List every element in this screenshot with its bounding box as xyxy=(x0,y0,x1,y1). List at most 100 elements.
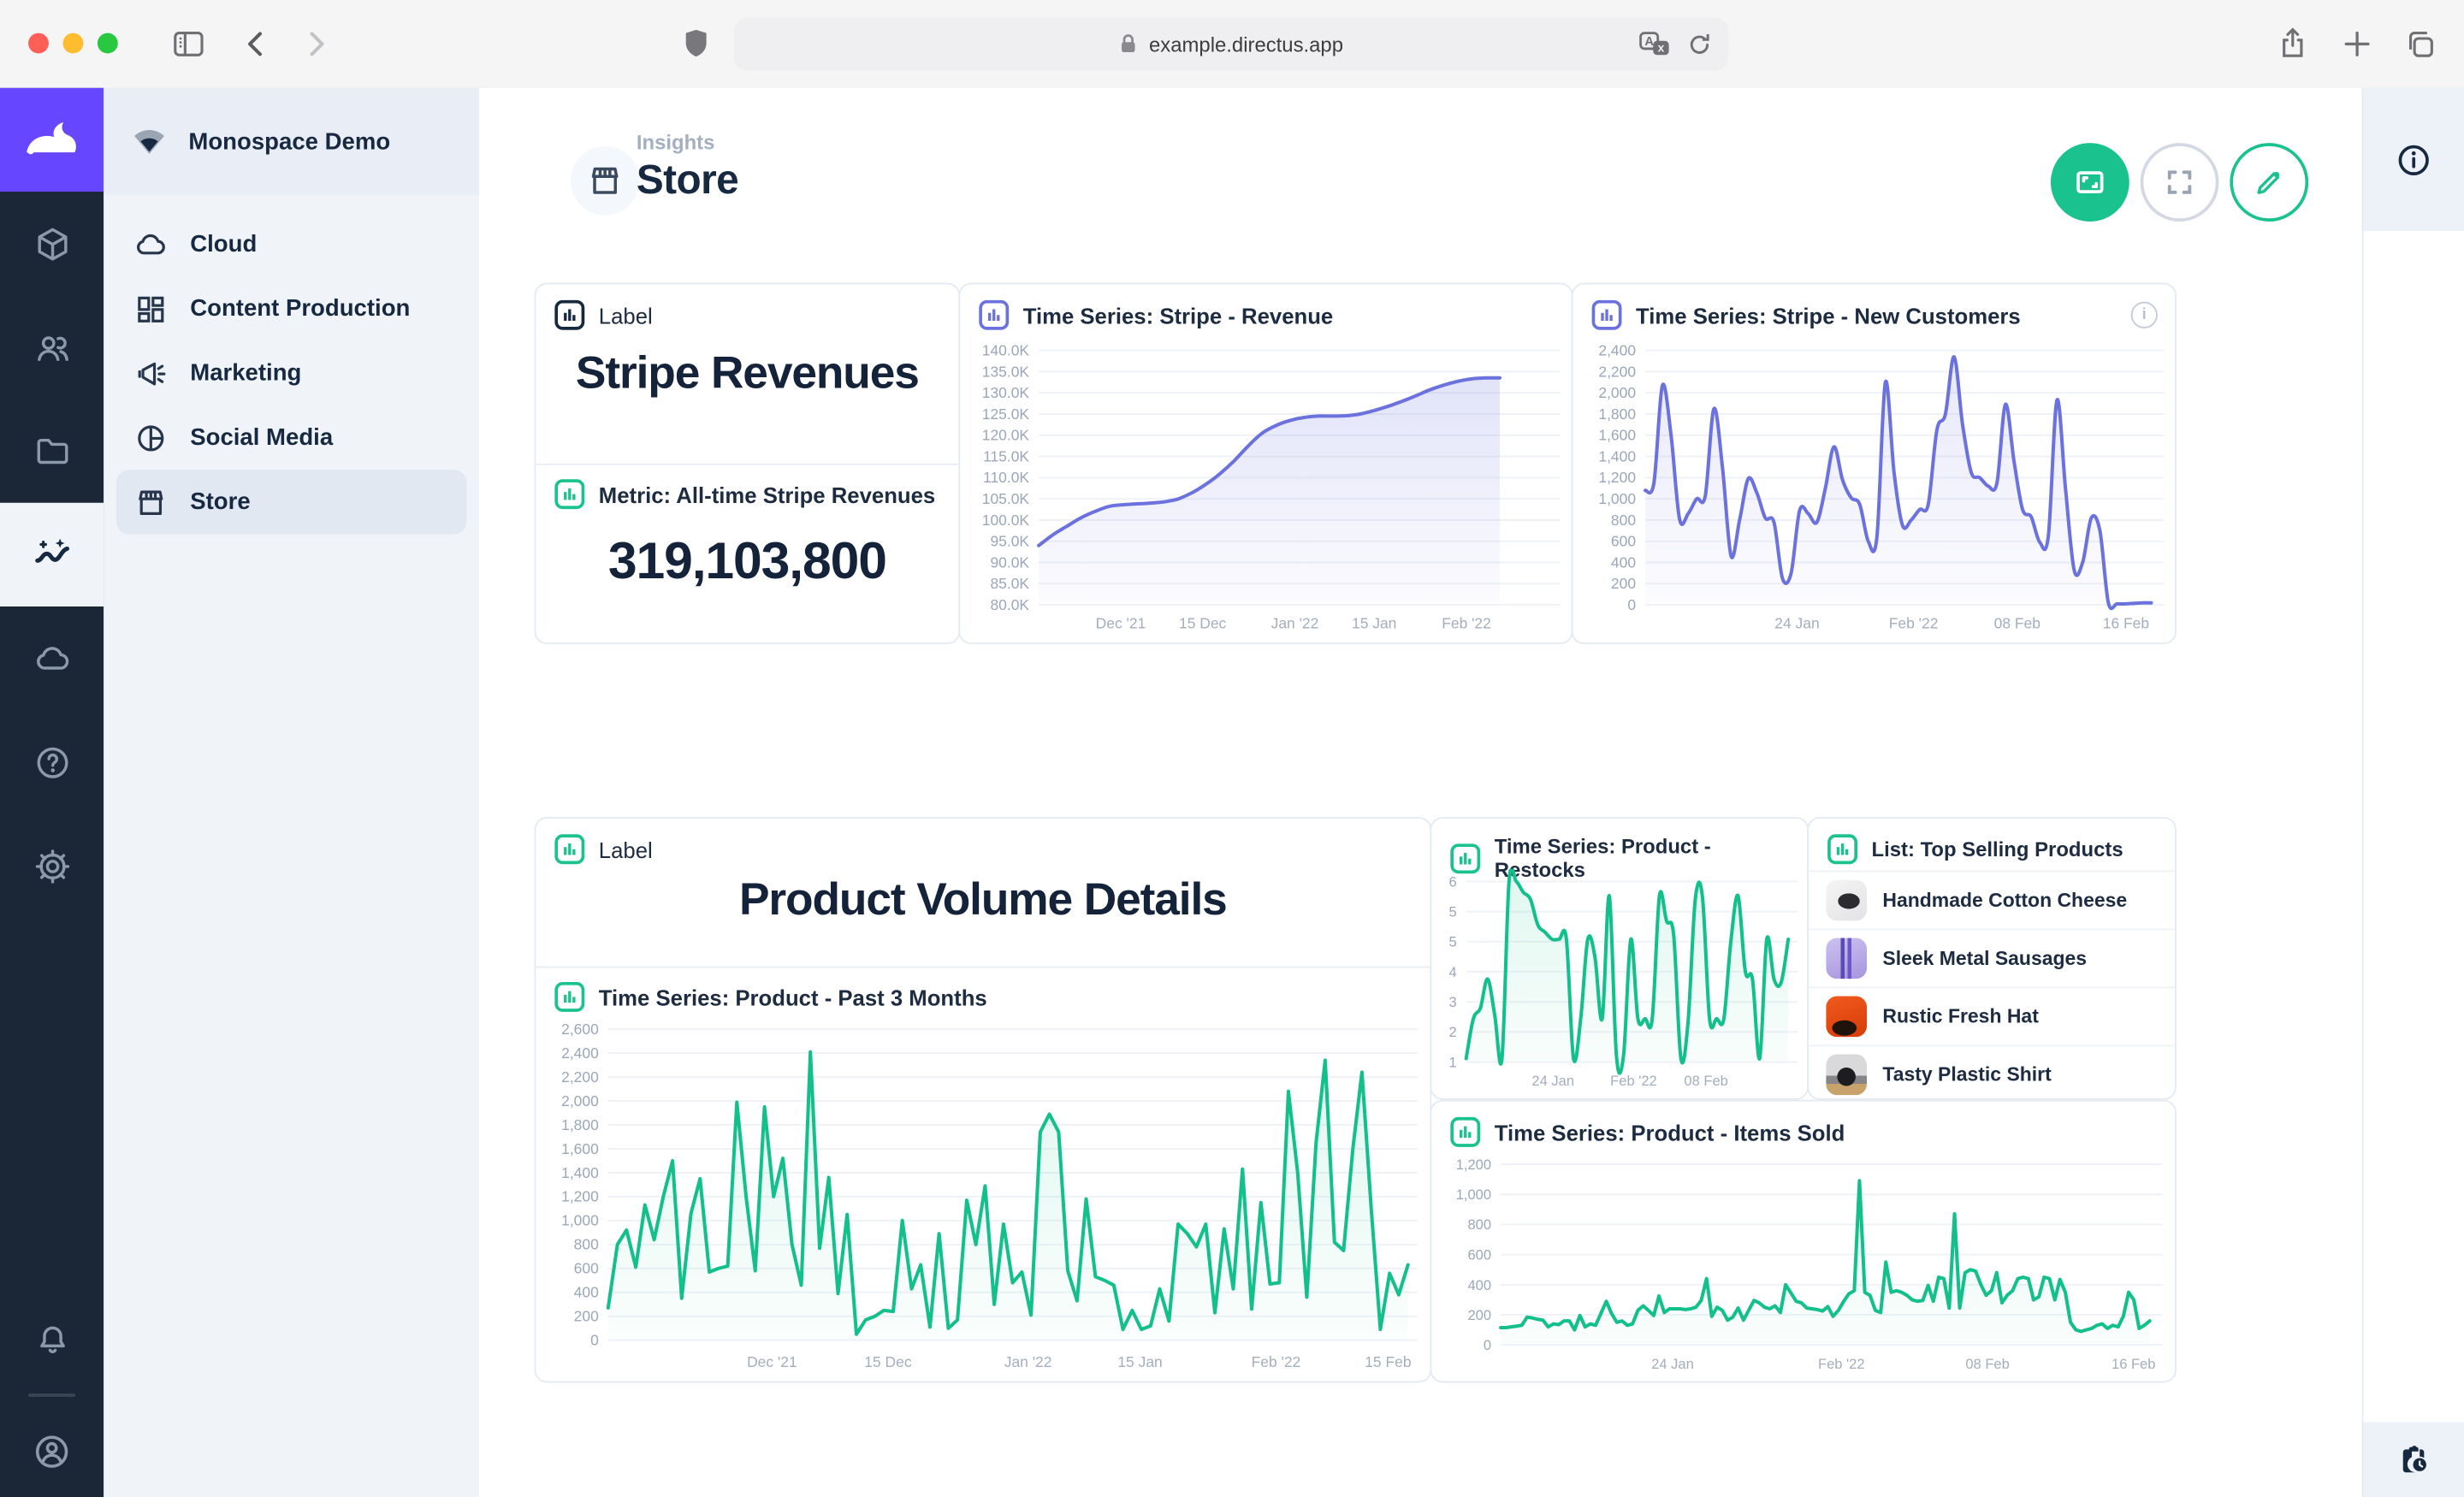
time-series-panel-icon xyxy=(1592,300,1622,330)
module-settings[interactable] xyxy=(0,814,104,917)
traffic-minimize-button[interactable] xyxy=(62,33,83,54)
svg-text:15 Dec: 15 Dec xyxy=(864,1353,912,1370)
svg-text:x: x xyxy=(1658,42,1665,55)
product-thumbnail xyxy=(1826,1054,1867,1095)
list-panel-icon xyxy=(1827,834,1857,864)
panel-product-restocks[interactable]: Time Series: Product - Restocks 65543212… xyxy=(1430,817,1809,1100)
traffic-zoom-button[interactable] xyxy=(98,33,118,54)
svg-text:0: 0 xyxy=(1484,1337,1491,1353)
time-series-panel-icon xyxy=(1450,1117,1480,1147)
svg-text:2,200: 2,200 xyxy=(561,1068,599,1086)
panel-stripe-revenue[interactable]: Time Series: Stripe - Revenue 140.0K 135.… xyxy=(958,283,1573,644)
sidebar-item-marketing[interactable]: Marketing xyxy=(116,341,467,405)
panel-info-icon[interactable]: i xyxy=(2131,302,2158,328)
edit-dashboard-button[interactable] xyxy=(2230,143,2308,222)
privacy-shield-icon[interactable] xyxy=(682,27,710,61)
svg-text:1,200: 1,200 xyxy=(1598,469,1636,486)
svg-text:115.0K: 115.0K xyxy=(983,447,1029,464)
svg-text:1,200: 1,200 xyxy=(1456,1157,1491,1173)
product-name: Rustic Fresh Hat xyxy=(1882,1006,2038,1028)
browser-toolbar: example.directus.app A x xyxy=(0,0,2464,90)
fullscreen-button[interactable] xyxy=(2141,143,2219,222)
svg-text:3: 3 xyxy=(1448,994,1456,1010)
svg-text:Dec '21: Dec '21 xyxy=(747,1353,797,1370)
product-thumbnail xyxy=(1826,996,1867,1037)
svg-text:Feb '22: Feb '22 xyxy=(1889,615,1939,632)
svg-text:400: 400 xyxy=(1611,553,1636,571)
panel-label-stripe-revenues[interactable]: Label Stripe Revenues Metric: All-time S… xyxy=(534,283,960,644)
activity-log-button[interactable] xyxy=(2363,1422,2464,1497)
svg-text:95.0K: 95.0K xyxy=(990,533,1029,550)
svg-text:5: 5 xyxy=(1448,934,1456,950)
sidebar-item-store[interactable]: Store xyxy=(116,470,467,534)
svg-text:16 Feb: 16 Feb xyxy=(2112,1356,2155,1372)
label-panel-icon xyxy=(554,834,584,864)
sidebar-item-label: Store xyxy=(190,488,250,515)
dashboard-avatar xyxy=(571,146,640,216)
svg-text:90.0K: 90.0K xyxy=(990,553,1029,571)
new-tab-icon[interactable] xyxy=(2340,25,2374,62)
svg-text:15 Feb: 15 Feb xyxy=(1365,1353,1411,1370)
module-help[interactable] xyxy=(0,710,104,814)
zoom-to-fit-button[interactable] xyxy=(2051,143,2129,222)
reload-icon[interactable] xyxy=(1686,31,1713,57)
cloud-icon xyxy=(133,227,168,261)
sidebar-item-cloud[interactable]: Cloud xyxy=(116,212,467,276)
panel-product-volume[interactable]: Label Product Volume Details Time Series… xyxy=(534,817,1431,1382)
metric-value: 319,103,800 xyxy=(548,531,946,591)
panel-header: Time Series: Product - Items Sold xyxy=(1431,1102,2175,1154)
module-users[interactable] xyxy=(0,295,104,399)
tab-overview-icon[interactable] xyxy=(2402,25,2439,62)
breadcrumb[interactable]: Insights xyxy=(637,130,715,154)
list-item[interactable]: Sleek Metal Sausages xyxy=(1809,929,2175,987)
sidebar-info-section[interactable] xyxy=(2363,88,2464,231)
sidebar-item-social-media[interactable]: Social Media xyxy=(116,405,467,470)
svg-text:125.0K: 125.0K xyxy=(982,405,1030,423)
address-bar[interactable]: example.directus.app A x xyxy=(734,17,1729,70)
sidebar-toggle-icon[interactable] xyxy=(169,25,207,62)
list-item[interactable]: Handmade Cotton Cheese xyxy=(1809,871,2175,929)
sidebar-item-content-production[interactable]: Content Production xyxy=(116,276,467,340)
svg-text:135.0K: 135.0K xyxy=(982,363,1030,380)
sidebar-item-label: Marketing xyxy=(190,360,301,387)
share-icon[interactable] xyxy=(2276,25,2310,62)
product-name: Handmade Cotton Cheese xyxy=(1882,890,2127,912)
svg-text:130.0K: 130.0K xyxy=(982,384,1030,401)
time-series-panel-icon xyxy=(979,300,1009,330)
forward-button[interactable] xyxy=(299,25,333,62)
svg-text:15 Jan: 15 Jan xyxy=(1117,1353,1162,1370)
storefront-icon xyxy=(133,485,168,519)
project-switcher[interactable]: Monospace Demo xyxy=(104,88,479,195)
storefront-icon xyxy=(586,162,624,199)
product-restocks-chart: 655432124 JanFeb '2208 Feb xyxy=(1438,869,1801,1094)
module-files[interactable] xyxy=(0,399,104,503)
account-avatar-icon[interactable] xyxy=(0,1406,104,1497)
list-item[interactable]: Rustic Fresh Hat xyxy=(1809,986,2175,1044)
svg-text:800: 800 xyxy=(1611,512,1636,529)
dashboard-grid-icon xyxy=(133,292,168,326)
traffic-close-button[interactable] xyxy=(28,33,49,54)
svg-text:140.0K: 140.0K xyxy=(982,341,1030,358)
module-content[interactable] xyxy=(0,192,104,295)
panel-top-selling-products[interactable]: List: Top Selling Products Handmade Cott… xyxy=(1807,817,2177,1100)
module-bar-divider xyxy=(28,1393,75,1397)
panel-product-items-sold[interactable]: Time Series: Product - Items Sold 1,200 1… xyxy=(1430,1100,2176,1383)
translate-icon[interactable]: A x xyxy=(1639,32,1671,56)
svg-text:Feb '22: Feb '22 xyxy=(1610,1073,1657,1089)
svg-text:400: 400 xyxy=(1467,1277,1491,1293)
module-insights[interactable] xyxy=(0,503,104,606)
notifications-bell-icon[interactable] xyxy=(0,1296,104,1384)
panel-header: Time Series: Stripe - Revenue xyxy=(960,284,1571,336)
svg-text:1,400: 1,400 xyxy=(561,1164,599,1181)
back-button[interactable] xyxy=(239,25,273,62)
svg-text:200: 200 xyxy=(574,1308,599,1325)
module-cloud[interactable] xyxy=(0,606,104,710)
panel-stripe-new-customers[interactable]: Time Series: Stripe - New Customers i 2,… xyxy=(1572,283,2177,644)
svg-text:Feb '22: Feb '22 xyxy=(1252,1353,1301,1370)
list-item[interactable]: Tasty Plastic Shirt xyxy=(1809,1044,2175,1103)
svg-text:Feb '22: Feb '22 xyxy=(1818,1356,1865,1372)
svg-text:24 Jan: 24 Jan xyxy=(1774,615,1819,632)
directus-logo[interactable] xyxy=(0,88,104,192)
svg-text:600: 600 xyxy=(1467,1247,1491,1263)
product-items-sold-chart: 1,2001,000800600400200024 JanFeb '2208 F… xyxy=(1438,1151,2165,1376)
